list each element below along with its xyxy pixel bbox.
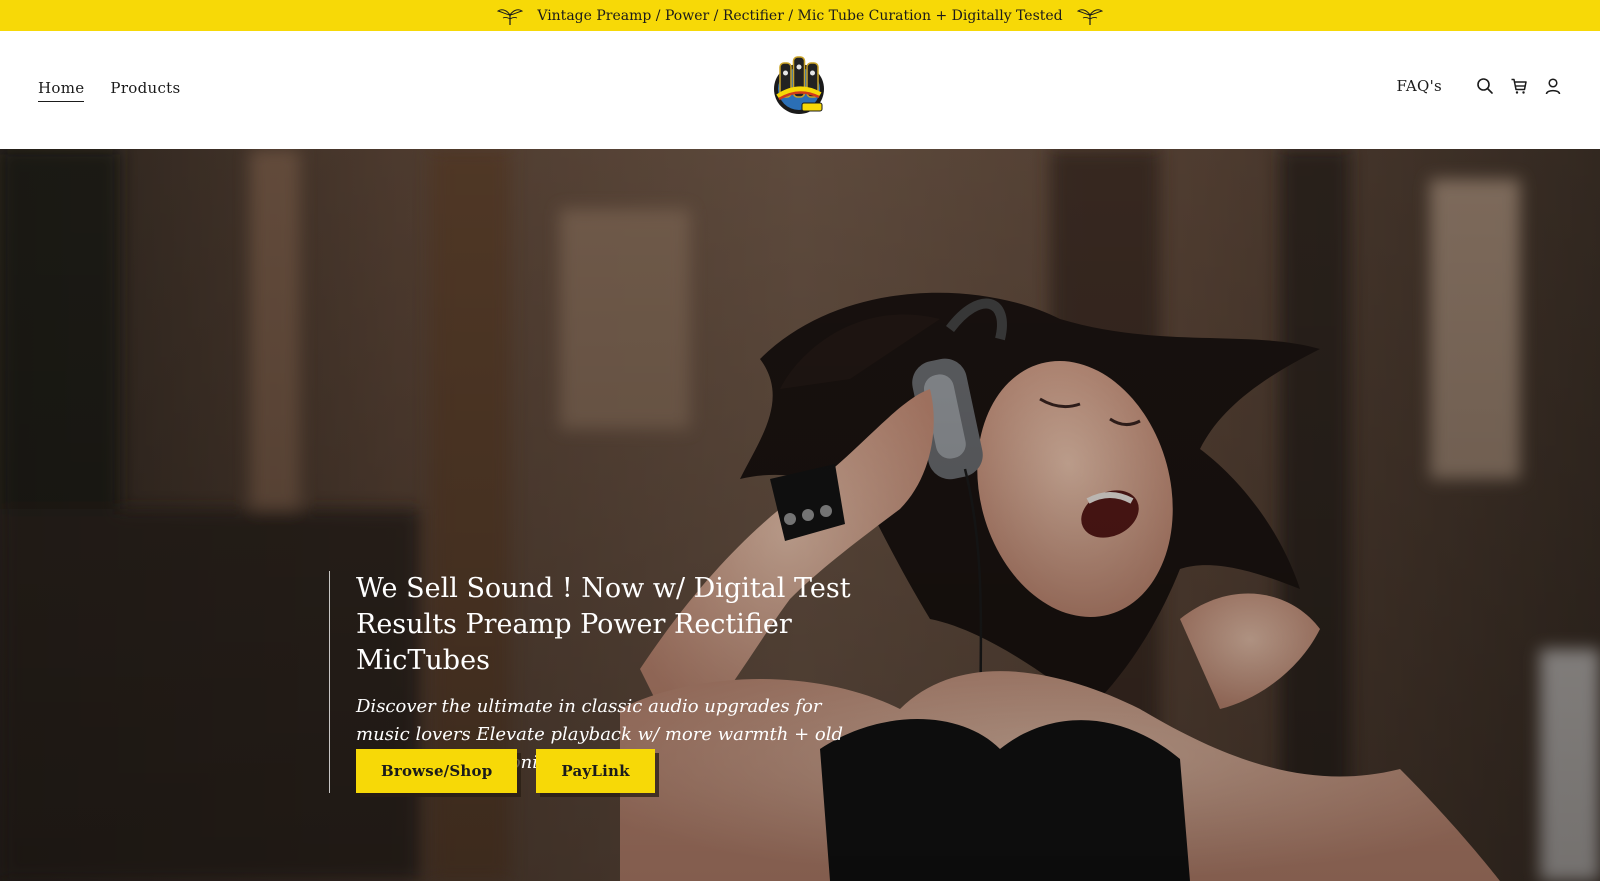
- site-header: Home Products FAQ's: [0, 31, 1600, 149]
- hero-buttons: Browse/Shop PayLink: [356, 749, 655, 793]
- hero-content: We Sell Sound ! Now w/ Digital Test Resu…: [329, 571, 949, 793]
- leaf-sprout-icon: [1076, 8, 1103, 25]
- tubes-logo-icon[interactable]: [770, 53, 828, 119]
- nav-link-faqs[interactable]: FAQ's: [1396, 77, 1442, 95]
- utility-nav: FAQ's: [1396, 77, 1562, 95]
- announcement-bar: Vintage Preamp / Power / Rectifier / Mic…: [0, 0, 1600, 31]
- paylink-button[interactable]: PayLink: [536, 749, 655, 793]
- nav-link-home[interactable]: Home: [38, 79, 85, 102]
- announcement-text: Vintage Preamp / Power / Rectifier / Mic…: [537, 7, 1063, 24]
- account-icon[interactable]: [1544, 77, 1562, 95]
- browse-shop-button[interactable]: Browse/Shop: [356, 749, 518, 793]
- primary-nav: Home Products: [38, 79, 181, 102]
- hero-title: We Sell Sound ! Now w/ Digital Test Resu…: [356, 573, 851, 676]
- nav-link-products[interactable]: Products: [110, 79, 180, 102]
- cart-icon[interactable]: [1510, 77, 1528, 95]
- search-icon[interactable]: [1476, 77, 1494, 95]
- leaf-sprout-icon: [497, 8, 524, 25]
- hero-section: We Sell Sound ! Now w/ Digital Test Resu…: [0, 149, 1600, 881]
